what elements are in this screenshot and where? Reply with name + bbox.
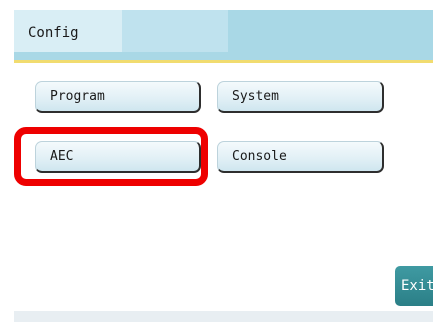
program-button[interactable]: Program [35,81,201,113]
page-title: Config [28,25,79,41]
header-tab-blank [122,10,228,52]
exit-button[interactable]: Exit [395,266,433,306]
header-bar: Config [14,10,433,63]
system-button[interactable]: System [217,81,384,113]
console-button[interactable]: Console [217,141,384,173]
header-title-tab: Config [14,10,122,52]
aec-highlight-box [14,127,208,186]
bottom-bar [14,311,433,322]
